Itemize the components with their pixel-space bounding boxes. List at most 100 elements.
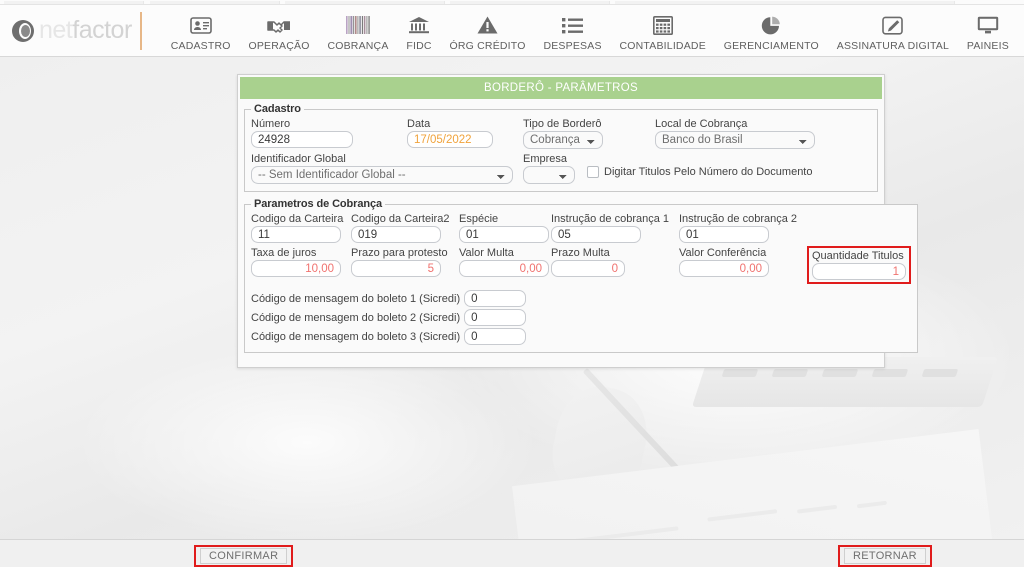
prazo-multa-input[interactable] xyxy=(551,260,625,277)
nav-item-label: OPERAÇÃO xyxy=(248,40,310,52)
mensagem-boleto-3-label: Código de mensagem do boleto 3 (Sicredi) xyxy=(251,330,461,343)
cadastro-legend: Cadastro xyxy=(254,103,301,115)
empresa-label: Empresa xyxy=(523,153,568,165)
valor-conferencia-input[interactable] xyxy=(679,260,769,277)
digitar-titulos-checkbox-row[interactable]: Digitar Titulos Pelo Número do Documento xyxy=(587,166,812,178)
id-card-icon xyxy=(189,13,212,37)
nav-item-label: GERENCIAMENTO xyxy=(723,40,819,52)
instrucao-cobranca-1-input[interactable] xyxy=(551,226,641,243)
nav-item-label: CADASTRO xyxy=(170,40,231,52)
codigo-carteira-input[interactable] xyxy=(251,226,341,243)
nav-item-org-credito[interactable]: ÓRG CRÉDITO xyxy=(446,6,530,52)
confirmar-button-highlight: CONFIRMAR xyxy=(194,545,294,567)
pie-chart-icon xyxy=(761,13,781,37)
mensagem-boleto-3-input[interactable] xyxy=(464,328,527,345)
prazo-protesto-label: Prazo para protesto xyxy=(351,247,448,259)
codigo-carteira2-input[interactable] xyxy=(351,226,441,243)
nav-item-label: ÓRG CRÉDITO xyxy=(449,40,526,52)
bordero-parametros-panel: BORDERÔ - PARÂMETROS Cadastro Número Dat… xyxy=(237,74,918,368)
logo-wordmark: netfactor xyxy=(39,16,132,44)
nav-item-label: COBRANÇA xyxy=(327,40,389,52)
nav-item-paineis[interactable]: PAINEIS xyxy=(963,6,1013,52)
identificador-global-select[interactable]: -- Sem Identificador Global -- xyxy=(251,166,513,184)
footer-bar: CONFIRMAR RETORNAR xyxy=(0,539,1024,567)
nav-item-cadastro[interactable]: CADASTRO xyxy=(167,6,235,52)
warning-triangle-icon xyxy=(477,13,498,37)
data-input[interactable] xyxy=(407,131,493,148)
logo-divider xyxy=(139,11,142,50)
panel-title: BORDERÔ - PARÂMETROS xyxy=(240,77,882,99)
mensagem-boleto-1-input[interactable] xyxy=(464,290,527,307)
numero-input[interactable] xyxy=(251,131,353,148)
nav-item-despesas[interactable]: DESPESAS xyxy=(539,6,605,52)
browser-tab-ghost xyxy=(4,1,144,4)
nav-item-label: FIDC xyxy=(406,40,432,52)
nav-item-label: ASSINATURA DIGITAL xyxy=(836,40,950,52)
nav-items: CADASTRO OPERAÇÃO COBRANÇA FIDC ÓRG CRÉD… xyxy=(156,5,1024,56)
mensagem-boleto-2-row: Código de mensagem do boleto 2 (Sicredi) xyxy=(251,309,911,326)
data-label: Data xyxy=(407,118,431,130)
nav-item-cobranca[interactable]: COBRANÇA xyxy=(323,6,392,52)
digitar-titulos-checkbox[interactable] xyxy=(587,166,599,178)
mensagem-boleto-2-input[interactable] xyxy=(464,309,527,326)
mensagem-boleto-3-row: Código de mensagem do boleto 3 (Sicredi) xyxy=(251,328,911,345)
netfactor-logo-icon xyxy=(12,19,34,42)
local-cobranca-select[interactable]: Banco do Brasil xyxy=(655,131,815,149)
quantidade-titulos-input[interactable] xyxy=(812,263,906,280)
browser-tab-ghost xyxy=(150,1,280,4)
instrucao-cobranca-1-label: Instrução de cobrança 1 xyxy=(551,213,670,225)
nav-item-label: DESPESAS xyxy=(543,40,602,52)
parametros-cobranca-group: Parametros de Cobrança Codigo da Carteir… xyxy=(244,198,918,353)
taxa-juros-label: Taxa de juros xyxy=(251,247,317,259)
top-navigation-bar: netfactor CADASTRO OPERAÇÃO COBRANÇA FID… xyxy=(0,5,1024,57)
app-logo[interactable]: netfactor xyxy=(0,5,156,56)
instrucao-cobranca-2-label: Instrução de cobrança 2 xyxy=(679,213,798,225)
list-icon xyxy=(561,13,584,37)
nav-item-fidc[interactable]: FIDC xyxy=(402,6,435,52)
identificador-global-label: Identificador Global xyxy=(251,153,346,165)
taxa-juros-input[interactable] xyxy=(251,260,341,277)
mensagem-boleto-2-label: Código de mensagem do boleto 2 (Sicredi) xyxy=(251,311,461,324)
mensagem-boleto-1-label: Código de mensagem do boleto 1 (Sicredi) xyxy=(251,292,461,305)
quantidade-titulos-highlight: Quantidade Titulos xyxy=(807,246,911,284)
empresa-select[interactable] xyxy=(523,166,575,184)
prazo-multa-label: Prazo Multa xyxy=(551,247,610,259)
local-cobranca-label: Local de Cobrança xyxy=(655,118,748,130)
retornar-button[interactable]: RETORNAR xyxy=(844,548,926,564)
quantidade-titulos-label: Quantidade Titulos xyxy=(812,250,904,262)
nav-item-contabilidade[interactable]: CONTABILIDADE xyxy=(615,6,709,52)
confirmar-button[interactable]: CONFIRMAR xyxy=(200,548,288,564)
valor-conferencia-label: Valor Conferência xyxy=(679,247,767,259)
tipo-bordero-select[interactable]: Cobrança xyxy=(523,131,603,149)
especie-label: Espécie xyxy=(459,213,499,225)
especie-input[interactable] xyxy=(459,226,549,243)
parametros-legend: Parametros de Cobrança xyxy=(254,198,383,210)
browser-tab-strip xyxy=(0,0,1024,5)
nav-item-label: PAINEIS xyxy=(966,40,1009,52)
browser-tab-ghost xyxy=(615,1,955,4)
valor-multa-label: Valor Multa xyxy=(459,247,514,259)
valor-multa-input[interactable] xyxy=(459,260,549,277)
handshake-icon xyxy=(267,13,291,37)
browser-tab-ghost xyxy=(285,1,445,4)
digitar-titulos-label: Digitar Titulos Pelo Número do Documento xyxy=(604,166,813,178)
tipo-bordero-label: Tipo de Borderô xyxy=(523,118,602,130)
calculator-icon xyxy=(652,13,673,37)
pencil-square-icon xyxy=(882,13,904,37)
codigo-carteira-label: Codigo da Carteira xyxy=(251,213,344,225)
retornar-button-highlight: RETORNAR xyxy=(838,545,932,567)
codigo-carteira2-label: Codigo da Carteira2 xyxy=(351,213,450,225)
nav-item-assinatura-digital[interactable]: ASSINATURA DIGITAL xyxy=(833,6,953,52)
monitor-icon xyxy=(977,13,999,37)
nav-item-gerenciamento[interactable]: GERENCIAMENTO xyxy=(720,6,823,52)
mensagem-boleto-1-row: Código de mensagem do boleto 1 (Sicredi) xyxy=(251,290,911,307)
numero-label: Número xyxy=(251,118,291,130)
barcode-icon xyxy=(345,13,371,37)
browser-tab-ghost xyxy=(450,1,610,4)
cadastro-group: Cadastro Número Data Tipo de Borderô Cob… xyxy=(244,103,878,192)
bank-icon xyxy=(408,13,430,37)
instrucao-cobranca-2-input[interactable] xyxy=(679,226,769,243)
nav-item-operacao[interactable]: OPERAÇÃO xyxy=(244,6,313,52)
panel-body: Cadastro Número Data Tipo de Borderô Cob… xyxy=(238,99,918,367)
prazo-protesto-input[interactable] xyxy=(351,260,441,277)
